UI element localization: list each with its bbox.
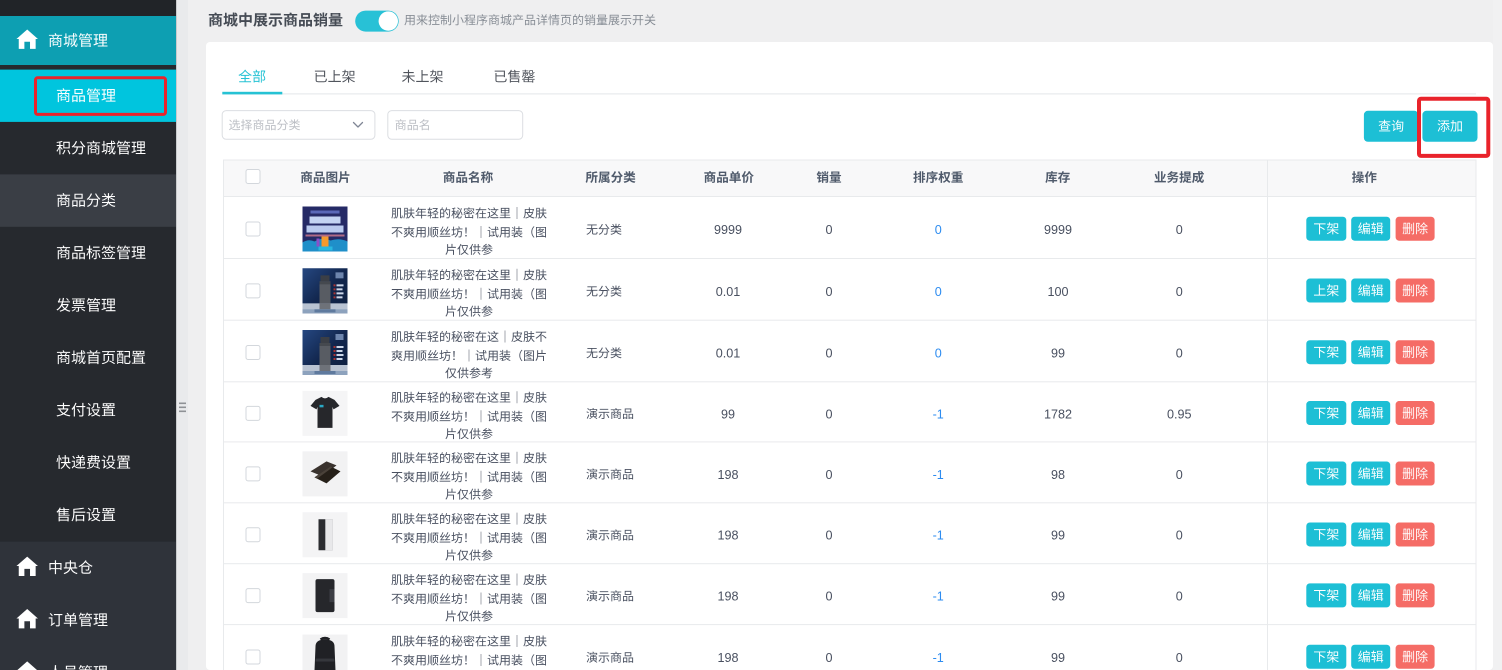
svg-text:0: 0 (1176, 347, 1183, 361)
svg-text:0: 0 (825, 285, 832, 299)
svg-text:-1: -1 (933, 407, 944, 421)
svg-text:-1: -1 (933, 468, 944, 482)
svg-text:99: 99 (1051, 590, 1065, 604)
svg-text:0: 0 (825, 407, 832, 421)
svg-text:100: 100 (1047, 285, 1068, 299)
svg-text:0: 0 (935, 347, 942, 361)
svg-text:1782: 1782 (1044, 407, 1072, 421)
svg-text:-1: -1 (933, 651, 944, 665)
svg-text:99: 99 (1051, 347, 1065, 361)
svg-text:-1: -1 (933, 529, 944, 543)
svg-text:98: 98 (1051, 468, 1065, 482)
svg-text:0: 0 (1176, 651, 1183, 665)
svg-text:99: 99 (1051, 529, 1065, 543)
svg-text:0.95: 0.95 (1167, 407, 1192, 421)
svg-text:0: 0 (825, 651, 832, 665)
svg-text:0: 0 (825, 468, 832, 482)
svg-text:0: 0 (1176, 285, 1183, 299)
svg-text:0: 0 (825, 590, 832, 604)
svg-text:99: 99 (1051, 651, 1065, 665)
svg-text:0: 0 (1176, 223, 1183, 237)
svg-text:0: 0 (1176, 590, 1183, 604)
svg-text:198: 198 (717, 468, 738, 482)
svg-text:0: 0 (935, 285, 942, 299)
svg-text:9999: 9999 (714, 223, 742, 237)
svg-text:-1: -1 (933, 590, 944, 604)
svg-text:0: 0 (935, 223, 942, 237)
svg-text:0: 0 (1176, 468, 1183, 482)
svg-text:198: 198 (717, 529, 738, 543)
svg-text:0.01: 0.01 (716, 347, 741, 361)
svg-text:0: 0 (825, 223, 832, 237)
svg-text:9999: 9999 (1044, 223, 1072, 237)
svg-text:99: 99 (721, 407, 735, 421)
svg-text:198: 198 (717, 651, 738, 665)
svg-text:198: 198 (717, 590, 738, 604)
svg-text:0: 0 (825, 347, 832, 361)
svg-text:0: 0 (825, 529, 832, 543)
svg-text:0: 0 (1176, 529, 1183, 543)
svg-text:0.01: 0.01 (716, 285, 741, 299)
